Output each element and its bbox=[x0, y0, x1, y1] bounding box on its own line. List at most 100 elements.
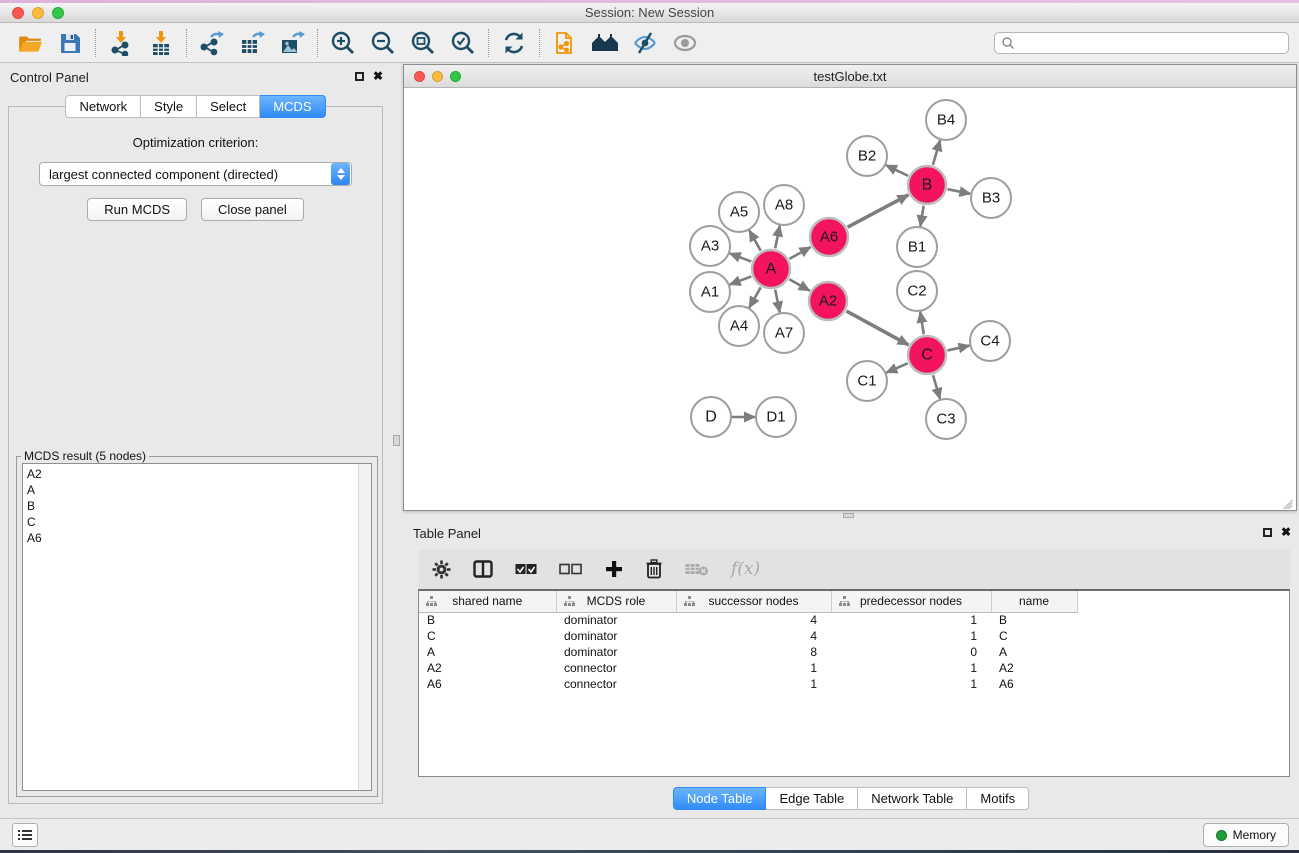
list-item[interactable]: C bbox=[27, 514, 371, 530]
search-field[interactable] bbox=[994, 32, 1289, 54]
vertical-split-divider[interactable] bbox=[391, 63, 403, 818]
tab-node-table[interactable]: Node Table bbox=[673, 787, 767, 810]
table-row[interactable]: Cdominator41C bbox=[419, 628, 1289, 644]
column-header-shared-name[interactable]: shared name bbox=[419, 591, 556, 612]
zoom-out-button[interactable] bbox=[363, 27, 403, 59]
float-panel-icon[interactable] bbox=[355, 72, 364, 81]
zoom-in-button[interactable] bbox=[323, 27, 363, 59]
graph-edge[interactable] bbox=[920, 312, 924, 335]
table-cell[interactable]: A2 bbox=[419, 660, 556, 676]
delete-column-button[interactable] bbox=[645, 559, 663, 579]
table-cell[interactable] bbox=[1077, 612, 1289, 628]
table-row[interactable]: A6connector11A6 bbox=[419, 676, 1289, 692]
table-cell[interactable] bbox=[1077, 660, 1289, 676]
tab-style[interactable]: Style bbox=[141, 95, 197, 118]
close-panel-button[interactable]: Close panel bbox=[201, 198, 304, 221]
table-cell[interactable]: A2 bbox=[991, 660, 1077, 676]
close-panel-icon[interactable]: ✖ bbox=[373, 70, 383, 82]
graph-edge[interactable] bbox=[749, 287, 760, 307]
graph-edge[interactable] bbox=[933, 375, 940, 399]
table-row[interactable]: Bdominator41B bbox=[419, 612, 1289, 628]
search-input[interactable] bbox=[1015, 34, 1288, 52]
new-network-from-file-button[interactable] bbox=[545, 27, 585, 59]
close-window-button[interactable] bbox=[12, 7, 24, 19]
table-row[interactable]: A2connector11A2 bbox=[419, 660, 1289, 676]
hide-visual-button[interactable] bbox=[625, 27, 665, 59]
columns-view-button[interactable] bbox=[473, 560, 493, 578]
tab-network[interactable]: Network bbox=[65, 95, 141, 118]
resize-grip[interactable] bbox=[1281, 494, 1295, 508]
add-column-button[interactable] bbox=[605, 560, 623, 578]
table-cell[interactable]: dominator bbox=[556, 644, 676, 660]
run-mcds-button[interactable]: Run MCDS bbox=[87, 198, 187, 221]
horizontal-split-divider[interactable] bbox=[403, 512, 1299, 519]
column-header-predecessor-nodes[interactable]: predecessor nodes bbox=[831, 591, 991, 612]
zoom-fit-button[interactable] bbox=[403, 27, 443, 59]
graph-edge[interactable] bbox=[886, 165, 908, 176]
tab-select[interactable]: Select bbox=[197, 95, 260, 118]
tab-motifs[interactable]: Motifs bbox=[967, 787, 1029, 810]
show-eye-button[interactable] bbox=[665, 27, 705, 59]
graph-edge[interactable] bbox=[920, 206, 923, 227]
save-session-button[interactable] bbox=[50, 27, 90, 59]
zoom-window-button[interactable] bbox=[52, 7, 64, 19]
tab-network-table[interactable]: Network Table bbox=[858, 787, 967, 810]
table-cell[interactable]: 1 bbox=[831, 676, 991, 692]
table-cell[interactable]: 8 bbox=[676, 644, 831, 660]
import-table-button[interactable] bbox=[141, 27, 181, 59]
tab-edge-table[interactable]: Edge Table bbox=[766, 787, 858, 810]
table-cell[interactable]: 0 bbox=[831, 644, 991, 660]
tab-mcds[interactable]: MCDS bbox=[260, 95, 325, 118]
list-item[interactable]: A2 bbox=[27, 466, 371, 482]
minimize-view-button[interactable] bbox=[432, 71, 443, 82]
export-table-button[interactable] bbox=[232, 27, 272, 59]
table-cell[interactable]: A bbox=[419, 644, 556, 660]
minimize-window-button[interactable] bbox=[32, 7, 44, 19]
graph-edge[interactable] bbox=[775, 226, 780, 249]
graph-edge[interactable] bbox=[886, 363, 907, 372]
settings-gear-button[interactable] bbox=[432, 560, 451, 579]
export-image-button[interactable] bbox=[272, 27, 312, 59]
graph-edge[interactable] bbox=[848, 195, 909, 227]
graph-edge[interactable] bbox=[749, 230, 760, 250]
home-button[interactable] bbox=[585, 27, 625, 59]
table-cell[interactable]: 4 bbox=[676, 628, 831, 644]
table-cell[interactable]: connector bbox=[556, 660, 676, 676]
table-cell[interactable]: A bbox=[991, 644, 1077, 660]
list-scrollbar[interactable] bbox=[358, 464, 371, 790]
table-cell[interactable]: B bbox=[991, 612, 1077, 628]
graph-edge[interactable] bbox=[730, 276, 752, 284]
column-header-successor-nodes[interactable]: successor nodes bbox=[676, 591, 831, 612]
table-cell[interactable]: A6 bbox=[419, 676, 556, 692]
table-cell[interactable]: 4 bbox=[676, 612, 831, 628]
select-all-button[interactable] bbox=[515, 563, 537, 575]
column-header-name[interactable]: name bbox=[991, 591, 1077, 612]
open-file-button[interactable] bbox=[10, 27, 50, 59]
table-cell[interactable]: 1 bbox=[676, 660, 831, 676]
table-cell[interactable]: C bbox=[991, 628, 1077, 644]
graph-edge[interactable] bbox=[789, 279, 809, 290]
table-cell[interactable]: A6 bbox=[991, 676, 1077, 692]
list-item[interactable]: A6 bbox=[27, 530, 371, 546]
table-cell[interactable] bbox=[1077, 644, 1289, 660]
table-cell[interactable]: dominator bbox=[556, 612, 676, 628]
network-window-titlebar[interactable]: testGlobe.txt bbox=[404, 65, 1296, 88]
graph-edge[interactable] bbox=[775, 290, 780, 313]
graph-edge[interactable] bbox=[933, 140, 940, 165]
table-cell[interactable]: C bbox=[419, 628, 556, 644]
network-canvas[interactable]: AA1A2A3A4A5A6A7A8BB1B2B3B4CC1C2C3C4DD1 bbox=[404, 88, 1296, 509]
list-item[interactable]: A bbox=[27, 482, 371, 498]
export-network-button[interactable] bbox=[192, 27, 232, 59]
graph-edge[interactable] bbox=[947, 346, 969, 351]
criterion-dropdown[interactable]: largest connected component (directed) bbox=[39, 162, 352, 186]
show-panels-button[interactable] bbox=[12, 823, 38, 847]
divider-handle[interactable] bbox=[393, 435, 400, 446]
table-cell[interactable]: dominator bbox=[556, 628, 676, 644]
import-network-button[interactable] bbox=[101, 27, 141, 59]
table-row[interactable]: Adominator80A bbox=[419, 644, 1289, 660]
zoom-view-button[interactable] bbox=[450, 71, 461, 82]
table-cell[interactable]: 1 bbox=[831, 612, 991, 628]
memory-button[interactable]: Memory bbox=[1203, 823, 1289, 847]
zoom-selected-button[interactable] bbox=[443, 27, 483, 59]
column-header-mcds-role[interactable]: MCDS role bbox=[556, 591, 676, 612]
